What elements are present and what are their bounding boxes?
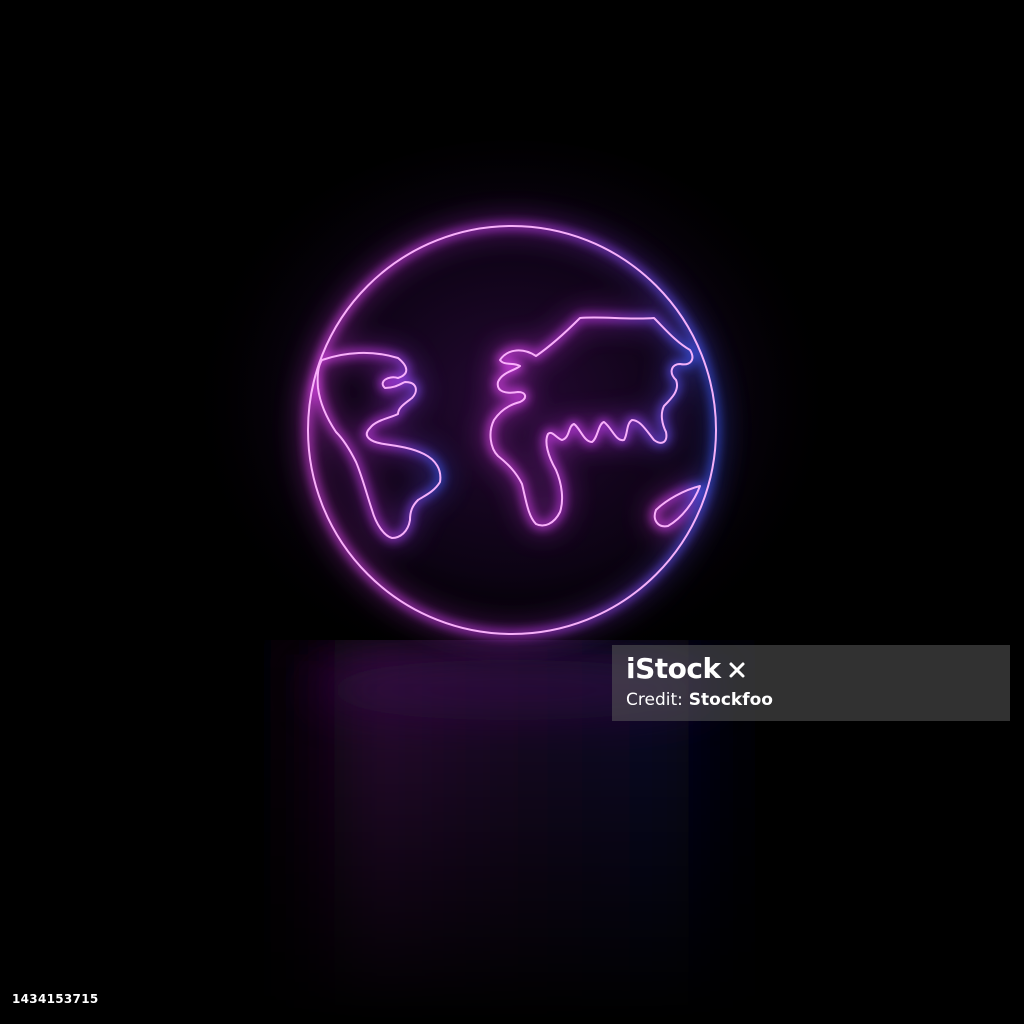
- credit-name: Stockfoo: [688, 690, 773, 710]
- stock-id-label: 1434153715: [12, 992, 99, 1006]
- brand-logo-text: iStock: [626, 652, 721, 685]
- istock-mark-icon: [729, 662, 745, 678]
- watermark-brand: iStock: [626, 653, 996, 685]
- neon-scene: [0, 0, 1024, 1024]
- watermark-credit: Credit: Stockfoo: [626, 689, 996, 711]
- credit-prefix: Credit:: [626, 690, 683, 710]
- watermark-banner: iStock Credit: Stockfoo: [612, 645, 1010, 721]
